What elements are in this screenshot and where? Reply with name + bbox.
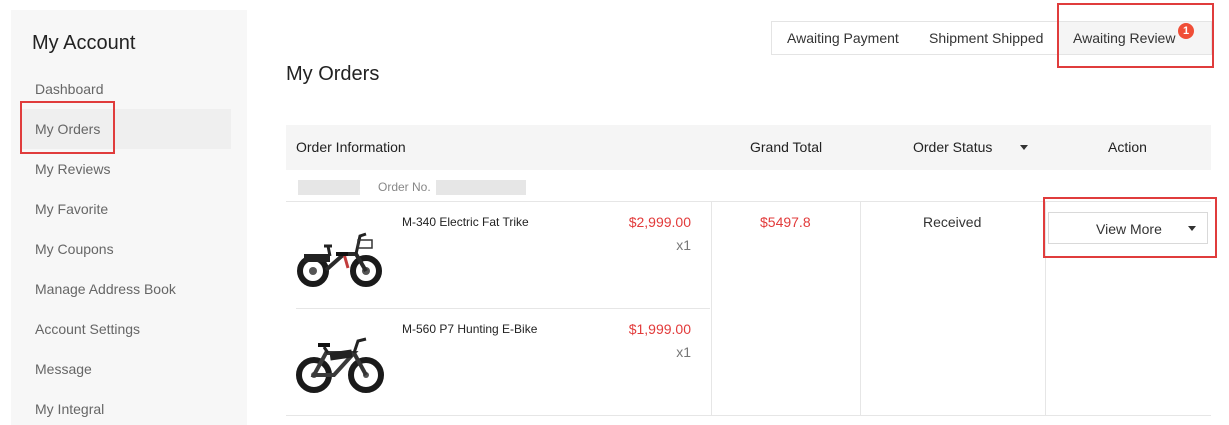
view-more-button[interactable]: View More [1048, 212, 1208, 244]
sidebar-item-account-settings[interactable]: Account Settings [21, 309, 231, 349]
awaiting-review-count-badge: 1 [1178, 23, 1194, 39]
sidebar-item-my-coupons[interactable]: My Coupons [21, 229, 231, 269]
status-filter-caret-icon[interactable] [1020, 145, 1028, 150]
redacted-order-date [298, 180, 360, 195]
header-grand-total: Grand Total [750, 139, 823, 155]
order-status-tabs: Awaiting Payment Shipment Shipped Awaiti… [771, 21, 1212, 55]
product-quantity: x1 [676, 237, 691, 253]
order-number-label: Order No. [378, 180, 431, 194]
product-price: $2,999.00 [628, 214, 691, 230]
column-divider [1045, 202, 1046, 415]
order-card: M-340 Electric Fat Trike $2,999.00 x1 M-… [286, 202, 1211, 416]
tab-shipment-shipped[interactable]: Shipment Shipped [915, 22, 1059, 54]
grand-total-value: $5497.8 [760, 214, 811, 230]
product-price: $1,999.00 [628, 321, 691, 337]
product-name[interactable]: M-560 P7 Hunting E-Bike [402, 322, 537, 336]
e-bike-product-image[interactable] [296, 317, 384, 405]
sidebar-item-my-reviews[interactable]: My Reviews [21, 149, 231, 189]
order-number-row: Order No. [286, 172, 1211, 202]
fat-trike-product-image[interactable] [296, 210, 384, 298]
sidebar-item-message[interactable]: Message [21, 349, 231, 389]
order-item: M-560 P7 Hunting E-Bike $1,999.00 x1 [286, 309, 711, 415]
sidebar-item-dashboard[interactable]: Dashboard [21, 69, 231, 109]
column-divider [711, 202, 712, 415]
sidebar-item-address-book[interactable]: Manage Address Book [21, 269, 231, 309]
header-order-status[interactable]: Order Status [913, 125, 992, 170]
view-more-label: View More [1096, 221, 1162, 237]
product-name[interactable]: M-340 Electric Fat Trike [402, 215, 529, 229]
product-quantity: x1 [676, 344, 691, 360]
header-order-information: Order Information [296, 139, 406, 155]
sidebar-item-my-integral[interactable]: My Integral [21, 389, 231, 425]
sidebar-item-my-favorite[interactable]: My Favorite [21, 189, 231, 229]
order-item: M-340 Electric Fat Trike $2,999.00 x1 [286, 202, 711, 308]
header-action: Action [1108, 139, 1147, 155]
chevron-down-icon [1188, 226, 1196, 231]
orders-table-header: Order Information Grand Total Order Stat… [286, 125, 1211, 170]
account-sidebar: My Account Dashboard My Orders My Review… [11, 10, 247, 425]
sidebar-title: My Account [32, 32, 136, 54]
order-status-value: Received [923, 214, 982, 230]
page-title: My Orders [286, 63, 380, 85]
tab-awaiting-payment[interactable]: Awaiting Payment [772, 22, 915, 54]
redacted-order-number [436, 180, 526, 195]
column-divider [860, 202, 861, 415]
sidebar-item-my-orders[interactable]: My Orders [21, 109, 231, 149]
